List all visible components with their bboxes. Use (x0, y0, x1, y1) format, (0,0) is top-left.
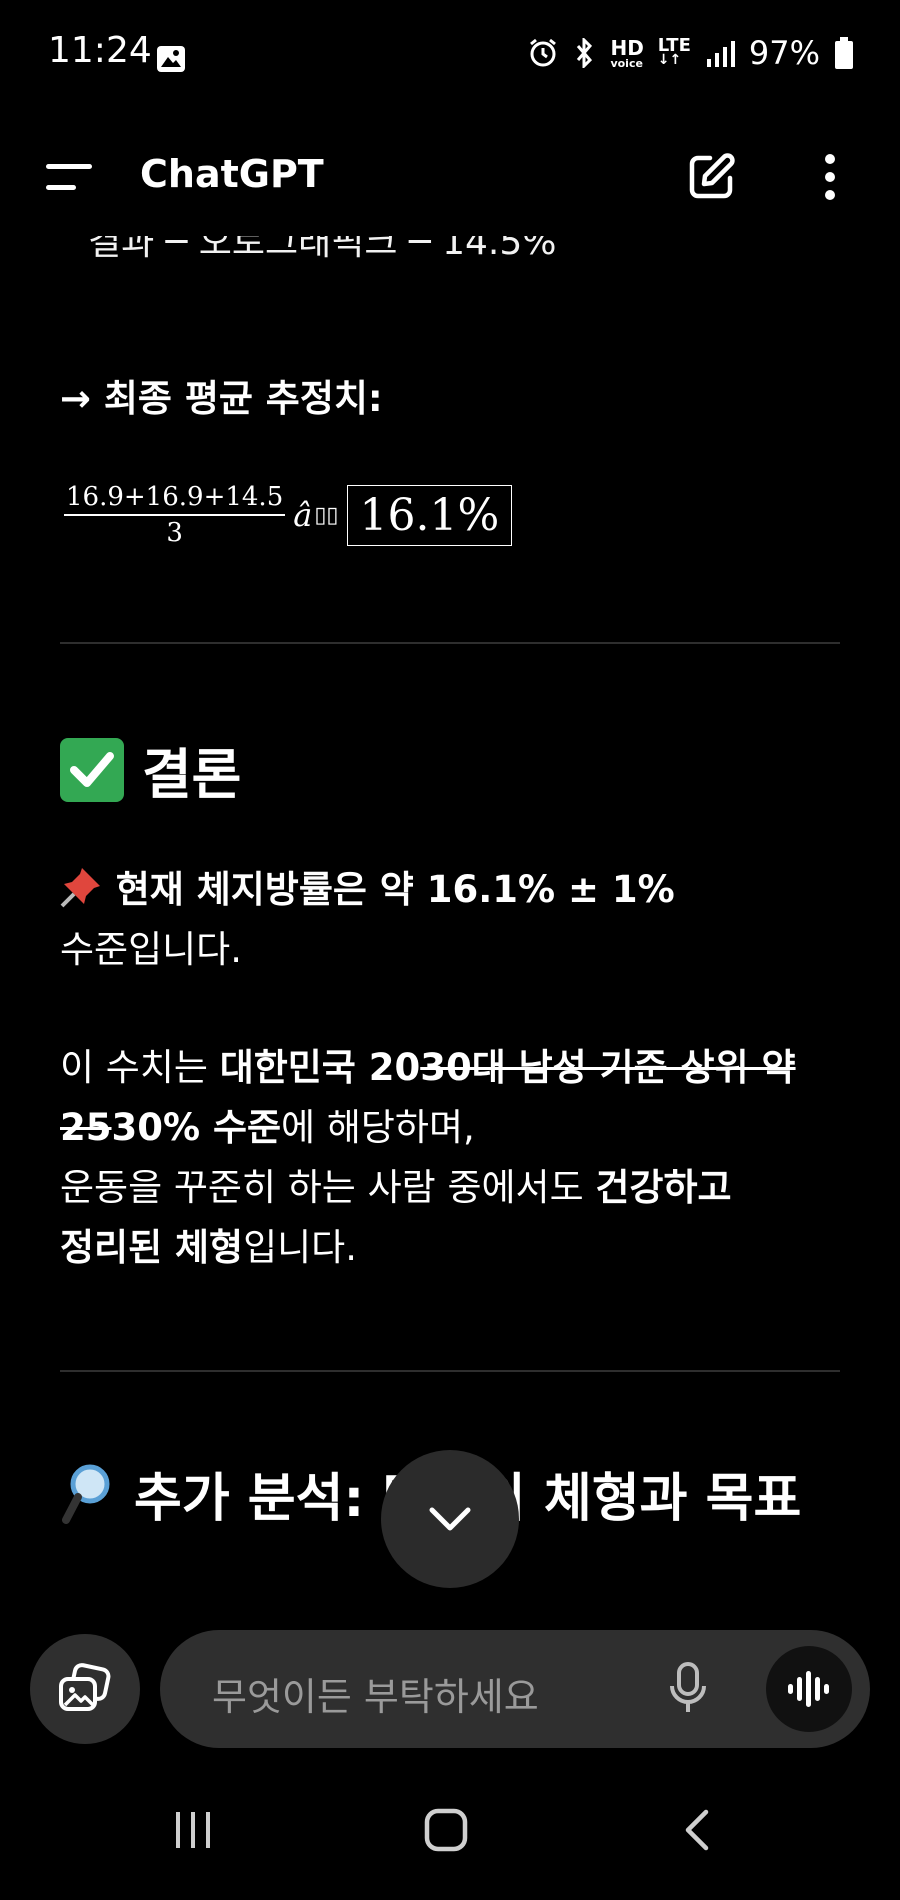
conclusion-heading-text: 결론 (142, 743, 242, 806)
ranking-bold-b: 30% 수준 (111, 1106, 282, 1149)
ranking-prefix: 이 수치는 (60, 1046, 220, 1089)
signal-icon (706, 41, 735, 67)
divider (60, 642, 840, 644)
fraction-numerator: 16.9+16.9+14.5 (64, 482, 286, 516)
menu-icon[interactable] (46, 162, 96, 192)
pushpin-icon (60, 868, 100, 908)
level-text: 수준입니다. (60, 928, 242, 971)
hd-label: HD (610, 35, 644, 60)
voice-mode-button[interactable] (766, 1646, 852, 1732)
magnifier-icon (62, 1464, 110, 1524)
composer-placeholder[interactable]: 무엇이든 부탁하세요 (212, 1666, 539, 1721)
battery-icon (835, 37, 853, 69)
alarm-icon (530, 38, 557, 67)
edit-icon[interactable] (686, 152, 736, 202)
app-title: ChatGPT (140, 152, 324, 196)
check-mark-icon (60, 737, 124, 802)
fraction-denominator: 3 (166, 518, 183, 548)
ranking-paragraph: 이 수치는 대한민국 2030대 남성 기준 상위 약 2530% 수준에 해당… (60, 1038, 840, 1278)
status-icons: HD voice LTE ↓↑ 97% (528, 34, 854, 72)
voice-label: voice (610, 56, 643, 70)
data-arrows-icon: ↓↑ (657, 52, 682, 68)
fraction: 16.9+16.9+14.5 3 (64, 482, 286, 548)
divider (60, 1370, 840, 1372)
message-composer[interactable]: 무엇이든 부탁하세요 (160, 1630, 870, 1748)
boxed-result: 16.1% (346, 484, 513, 546)
chevron-down-icon (429, 1507, 471, 1531)
conclusion-heading: 결론 (60, 730, 241, 809)
bluetooth-icon (577, 38, 593, 68)
hd-voice-indicator: HD voice (610, 38, 643, 69)
more-vert-icon[interactable] (820, 152, 840, 202)
missing-glyph: ▯▯ (314, 502, 339, 528)
lte-label: LTE (657, 35, 691, 56)
mic-icon[interactable] (668, 1660, 708, 1716)
lte-indicator: LTE ↓↑ (657, 35, 691, 68)
formula: 16.9+16.9+14.5 3 â ▯▯ 16.1% (64, 482, 513, 548)
body-fat-statement: 현재 체지방률은 약 16.1% ± 1% (115, 868, 675, 911)
body-type-suffix: 입니다. (243, 1226, 357, 1269)
body-type-prefix: 운동을 꾸준히 하는 사람 중에서도 (60, 1166, 596, 1209)
garbled-symbol: â (293, 496, 313, 534)
scroll-to-bottom-button[interactable] (381, 1450, 519, 1588)
voice-wave-icon (788, 1671, 829, 1707)
status-time: 11:24 (48, 30, 152, 71)
conclusion-paragraph: 현재 체지방률은 약 16.1% ± 1% 수준입니다. (60, 860, 840, 980)
battery-percent: 97% (748, 34, 820, 72)
final-estimate-label: → 최종 평균 추정치: (60, 377, 383, 420)
body-type-bold-a: 건강하고 (595, 1166, 732, 1209)
back-icon[interactable] (682, 1808, 712, 1852)
ranking-suffix: 에 해당하며, (281, 1106, 475, 1149)
cut-off-line: 결과 ─ 오토그래픽크 ─ 14.5% (88, 236, 557, 263)
attach-button[interactable] (30, 1634, 140, 1744)
recent-apps-icon[interactable] (174, 1808, 214, 1852)
body-type-bold-b: 정리된 체형 (60, 1226, 244, 1269)
ranking-bold-a: 대한민국 20 (219, 1046, 421, 1089)
home-icon[interactable] (424, 1808, 468, 1852)
images-icon (59, 1663, 111, 1711)
gallery-notification-icon (157, 46, 185, 72)
